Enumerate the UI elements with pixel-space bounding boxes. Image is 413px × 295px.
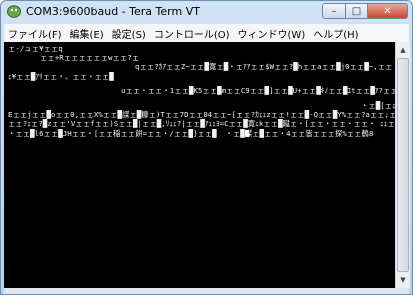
caption-buttons: – □ ✕ (322, 3, 408, 19)
terminal-line: ｪ¥ェェ█ｱﾘェェ・、ェェ・ェェ█ (8, 72, 114, 81)
minimize-button[interactable]: – (322, 3, 346, 19)
scroll-down-arrow-icon[interactable]: ▼ (397, 273, 409, 287)
terminal-line: ェェ?ｪェ?█zェェ'Vェェfェェ)Sェェ█|ェェ█,ﾘｪｪ?|ェェ█ｱｪｪﾖ=… (8, 119, 395, 128)
close-icon: ✕ (383, 5, 392, 17)
terminal-line: ・ェ█[ェｪ?ェ6 (361, 101, 395, 110)
window-bottom-border (4, 288, 409, 294)
terminal-line: qェェ?ｶｱェェZ~ェェ█寛ェ█・ェｱｱェェ$Wェェ?█hェェaェェ█j0ェェ█… (135, 62, 395, 71)
terminal-screen[interactable]: ェ-/ュェ¥ェェq ェェ+Rェェェェェェwェェ?ェ qェェ?ｶｱェェZ~ェェ█寛… (4, 42, 395, 288)
menu-control[interactable]: コントロール(O) (150, 26, 234, 41)
menu-help[interactable]: ヘルプ(H) (309, 26, 362, 41)
tera-term-app-icon[interactable] (7, 5, 21, 18)
maximize-button[interactable]: □ (346, 3, 368, 19)
window-title: COM3:9600baud - Tera Term VT (26, 5, 200, 18)
menu-setup[interactable]: 設定(S) (108, 26, 150, 41)
menu-file[interactable]: ファイル(F) (4, 26, 66, 41)
terminal-line: Eェェjェェ█oェェ0,ェェX%ェェ█謀ェ█糠ェ)Tェェ7Dェェ04ェェ~[ェェ… (8, 110, 395, 119)
minimize-icon: – (331, 5, 337, 17)
terminal-line: uェェ・ェェ・1ェェ█K5ェェ█mェェC9ェェ█]ェェ█U+ェェ█ｷﾉェェ█ｴt… (121, 86, 395, 95)
title-bar[interactable]: COM3:9600baud - Tera Term VT – □ ✕ (1, 1, 412, 23)
scrollbar-thumb[interactable] (397, 58, 409, 272)
menu-window[interactable]: ウィンドウ(W) (234, 26, 310, 41)
terminal-line: ェ-/ュェ¥ェェq (8, 44, 63, 53)
vertical-scrollbar[interactable]: ▲ ▼ (395, 42, 410, 288)
menu-bar: ファイル(F) 編集(E) 設定(S) コントロール(O) ウィンドウ(W) ヘ… (4, 24, 409, 42)
scroll-up-arrow-icon[interactable]: ▲ (397, 43, 409, 57)
terminal-cursor (245, 130, 249, 137)
tera-term-window: COM3:9600baud - Tera Term VT – □ ✕ ファイル(… (0, 0, 413, 295)
terminal-line: ・ェェ█l6ェェ█JHェェ・[ェェ稲ェェ餅=ェェ・/ェェ█]ェェ█ ・ェ█謀ェ█… (8, 129, 374, 138)
close-button[interactable]: ✕ (368, 3, 408, 19)
terminal-line: ェェ+Rェェェェェェwェェ?ェ (40, 53, 140, 62)
menu-edit[interactable]: 編集(E) (66, 26, 108, 41)
maximize-icon: □ (351, 5, 362, 17)
